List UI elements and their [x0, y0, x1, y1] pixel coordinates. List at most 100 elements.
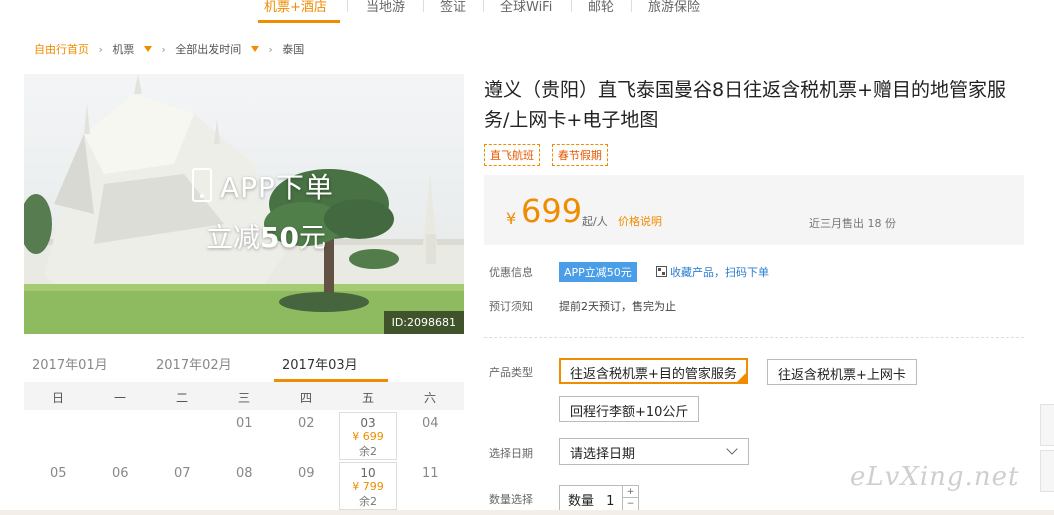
nav-separator — [631, 0, 632, 12]
select-date-label: 选择日期 — [489, 447, 533, 460]
quantity-decrease-button[interactable]: − — [623, 498, 638, 510]
app-promo-amount: 50 — [260, 221, 299, 254]
selected-corner-icon — [736, 373, 746, 382]
booking-notice-label: 预订须知 — [489, 300, 533, 313]
calendar-day: 05 — [50, 466, 67, 481]
cell-remaining: 余2 — [359, 495, 377, 508]
calendar-day: 09 — [298, 466, 315, 481]
nav-item-flight-hotel[interactable]: 机票+酒店 — [264, 0, 327, 15]
nav-active-underline — [258, 20, 340, 23]
date-select-value: 请选择日期 — [570, 447, 636, 462]
option-label: 往返含税机票+上网卡 — [778, 368, 906, 383]
product-title: 遵义（贵阳）直飞泰国曼谷8日往返含税机票+赠目的地管家服务/上网卡+电子地图 — [484, 79, 1007, 131]
quantity-stepper[interactable]: 数量 1 — [559, 485, 623, 511]
tag-direct-flight: 直飞航班 — [484, 144, 540, 166]
collect-scan-link[interactable]: 收藏产品，扫码下单 — [670, 264, 769, 280]
calendar-day: 07 — [174, 466, 191, 481]
app-promo-title: APP下单 — [192, 166, 334, 206]
price-explain-link[interactable]: 价格说明 — [618, 213, 662, 229]
bottom-bar — [0, 510, 1054, 515]
quantity-buttons: + − — [623, 485, 639, 511]
option-ticket-butler[interactable]: 往返含税机票+目的管家服务 — [559, 358, 748, 384]
cell-price: ¥ 799 — [352, 480, 384, 493]
cell-price: ¥ 699 — [352, 430, 384, 443]
top-nav: 机票+酒店 当地游 签证 全球WiFi 邮轮 旅游保险 — [0, 0, 1054, 26]
weekday-sat: 六 — [424, 391, 437, 405]
calendar-day: 01 — [236, 416, 253, 431]
weekday-mon: 一 — [114, 391, 127, 405]
option-label: 回程行李额+10公斤 — [570, 405, 689, 420]
chevron-right-icon: › — [161, 42, 166, 56]
sold-count: 近三月售出 18 份 — [809, 217, 896, 230]
tab-month-mar[interactable]: 2017年03月 — [282, 354, 358, 373]
calendar-day-available[interactable]: 10 ¥ 799 余2 — [339, 462, 397, 510]
weekday-sun: 日 — [52, 391, 65, 405]
breadcrumb-departure[interactable]: 全部出发时间 — [175, 41, 241, 57]
discount-label: 优惠信息 — [489, 266, 533, 279]
section-divider — [484, 337, 1024, 338]
app-promo-title-text: APP下单 — [220, 171, 334, 204]
price-box: ¥ 699 起/人 价格说明 近三月售出 18 份 — [484, 175, 1024, 245]
nav-item-wifi[interactable]: 全球WiFi — [500, 0, 552, 15]
caret-down-icon[interactable] — [143, 46, 152, 52]
app-promo-subtitle: 立减50元 — [206, 216, 326, 255]
weekday-wed: 三 — [238, 391, 251, 405]
month-tabs: 2017年01月 2017年02月 2017年03月 — [24, 346, 464, 382]
chevron-right-icon: › — [268, 42, 273, 56]
calendar-day-available[interactable]: 03 ¥ 699 余2 — [339, 412, 397, 460]
quantity-label: 数量选择 — [489, 493, 533, 506]
departure-calendar: 2017年01月 2017年02月 2017年03月 日 一 二 三 四 五 六… — [24, 346, 464, 510]
nav-item-visa[interactable]: 签证 — [440, 0, 466, 15]
site-watermark: eLvXing.net — [850, 462, 1020, 492]
calendar-day: 11 — [422, 466, 439, 481]
quantity-prefix: 数量 — [568, 494, 595, 509]
nav-separator — [347, 0, 348, 12]
cell-date: 10 — [360, 466, 376, 480]
breadcrumb-destination: 泰国 — [282, 43, 305, 56]
tag-spring-festival: 春节假期 — [551, 144, 608, 166]
breadcrumb-home[interactable]: 自由行首页 — [34, 41, 89, 57]
weekday-tue: 二 — [176, 391, 189, 405]
nav-separator — [423, 0, 424, 12]
tab-month-feb[interactable]: 2017年02月 — [156, 354, 232, 373]
date-select[interactable]: 请选择日期 — [559, 438, 749, 465]
nav-item-cruise[interactable]: 邮轮 — [588, 0, 614, 15]
nav-item-insurance[interactable]: 旅游保险 — [648, 0, 700, 15]
price-unit: 起/人 — [582, 215, 608, 228]
chevron-down-icon — [726, 443, 738, 455]
product-tags: 直飞航班 春节假期 — [484, 144, 616, 166]
calendar-day: 08 — [236, 466, 253, 481]
quantity-value: 1 — [606, 494, 615, 509]
qr-code-icon[interactable] — [656, 266, 667, 277]
product-image[interactable]: APP下单 立减50元 ID:2098681 — [24, 74, 464, 334]
breadcrumb-flight[interactable]: 机票 — [112, 41, 134, 57]
product-id-tag: ID:2098681 — [383, 311, 464, 334]
app-promo-prefix: 立减 — [206, 223, 260, 254]
app-promo-suffix: 元 — [298, 223, 326, 254]
currency-symbol: ¥ — [506, 209, 517, 228]
side-float-button[interactable] — [1040, 450, 1054, 492]
option-extra-baggage[interactable]: 回程行李额+10公斤 — [559, 396, 700, 422]
nav-item-local-tour[interactable]: 当地游 — [366, 0, 405, 15]
calendar-day: 02 — [298, 416, 315, 431]
app-discount-badge: APP立减50元 — [559, 262, 637, 282]
chevron-right-icon: › — [98, 42, 103, 56]
booking-notice-text: 提前2天预订，售完为止 — [559, 300, 676, 313]
product-type-label: 产品类型 — [489, 366, 533, 379]
caret-down-icon[interactable] — [250, 46, 259, 52]
nav-separator — [483, 0, 484, 12]
option-ticket-sim[interactable]: 往返含税机票+上网卡 — [767, 359, 917, 385]
cell-date: 03 — [360, 416, 376, 430]
option-label: 往返含税机票+目的管家服务 — [570, 367, 737, 382]
tab-month-jan[interactable]: 2017年01月 — [32, 354, 108, 373]
cell-remaining: 余2 — [359, 445, 377, 458]
calendar-day: 04 — [422, 416, 439, 431]
weekday-fri: 五 — [362, 391, 375, 405]
weekday-thu: 四 — [300, 391, 313, 405]
weekday-header: 日 一 二 三 四 五 六 — [24, 382, 464, 410]
calendar-day: 06 — [112, 466, 129, 481]
price-value: 699 — [521, 192, 583, 230]
side-float-button[interactable] — [1040, 404, 1054, 446]
nav-separator — [571, 0, 572, 12]
quantity-increase-button[interactable]: + — [623, 486, 638, 498]
